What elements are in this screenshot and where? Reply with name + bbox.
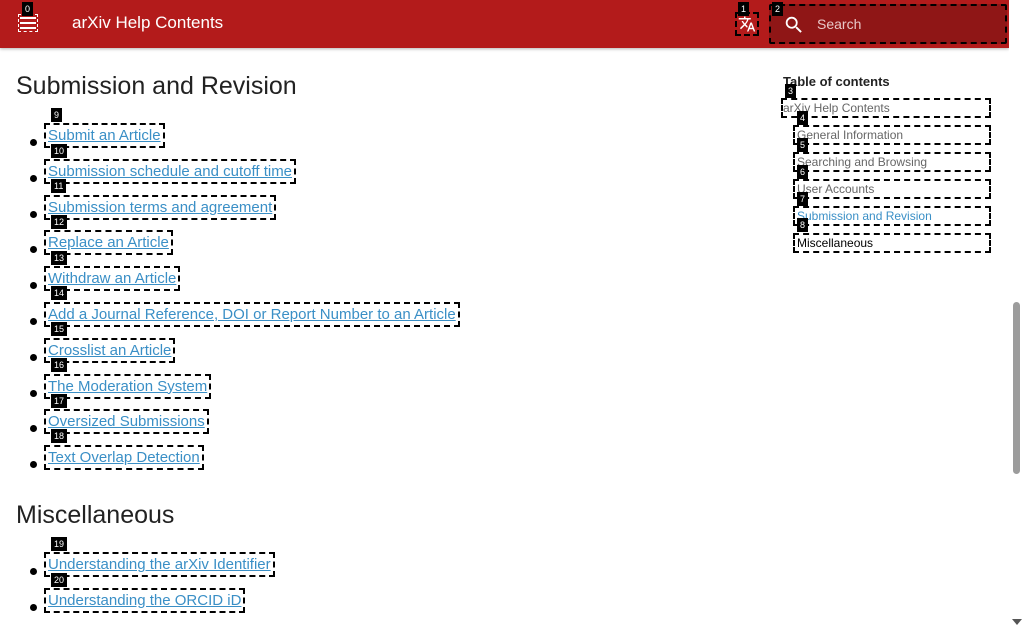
toc-title: Table of contents xyxy=(783,74,890,89)
toc-item-misc[interactable]: Miscellaneous xyxy=(793,233,991,253)
search-input[interactable] xyxy=(815,12,995,36)
element-tag: 6 xyxy=(797,165,809,179)
scroll-down-arrow-icon[interactable] xyxy=(1012,619,1022,625)
element-tag: 4 xyxy=(797,111,809,125)
element-tag: 14 xyxy=(51,286,68,300)
element-tag: 3 xyxy=(785,84,797,98)
toc-item-general-info[interactable]: General Information xyxy=(793,125,991,145)
toc-item-submission[interactable]: Submission and Revision xyxy=(793,206,991,226)
element-tag: 5 xyxy=(797,138,809,152)
link-oversized[interactable]: Oversized Submissions xyxy=(44,409,209,435)
site-title[interactable]: arXiv Help Contents xyxy=(72,13,223,33)
link-moderation[interactable]: The Moderation System xyxy=(43,373,212,399)
toc-item-user-accounts[interactable]: User Accounts xyxy=(793,179,991,199)
link-replace-article[interactable]: Replace an Article xyxy=(44,230,173,256)
link-submit-article[interactable]: Submit an Article xyxy=(44,123,165,148)
element-tag: 0 xyxy=(22,2,34,16)
menu-icon[interactable] xyxy=(18,14,38,32)
toc-item-searching[interactable]: Searching and Browsing xyxy=(793,152,991,172)
search-icon xyxy=(785,16,802,33)
page-scrollbar[interactable] xyxy=(1009,0,1024,629)
link-submission-schedule[interactable]: Submission schedule and cutoff time xyxy=(43,158,297,184)
link-orcid[interactable]: Understanding the ORCID iD xyxy=(43,587,246,613)
toc-item-help-contents[interactable]: arXiv Help Contents xyxy=(781,98,991,118)
search-box[interactable] xyxy=(769,4,1007,44)
element-tag: 18 xyxy=(51,429,68,443)
link-arxiv-identifier[interactable]: Understanding the arXiv Identifier xyxy=(44,552,275,577)
element-tag: 15 xyxy=(51,322,68,336)
translate-icon xyxy=(738,16,756,32)
element-tag: 12 xyxy=(51,215,68,229)
section-title-submission: Submission and Revision xyxy=(16,72,297,100)
element-tag: 8 xyxy=(797,218,809,232)
element-tag: 20 xyxy=(51,573,68,587)
element-tag: 10 xyxy=(51,144,68,158)
element-tag: 13 xyxy=(51,251,68,265)
link-submission-terms[interactable]: Submission terms and agreement xyxy=(43,194,277,220)
element-tag: 9 xyxy=(51,108,63,122)
element-tag: 1 xyxy=(738,2,750,16)
link-crosslist[interactable]: Crosslist an Article xyxy=(43,337,176,363)
element-tag: 7 xyxy=(797,192,809,206)
element-tag: 17 xyxy=(51,394,68,408)
section-title-misc: Miscellaneous xyxy=(16,501,175,529)
top-app-bar: 0 arXiv Help Contents 1 2 xyxy=(0,0,1009,48)
element-tag: 2 xyxy=(772,2,784,16)
link-text-overlap[interactable]: Text Overlap Detection xyxy=(44,445,204,471)
element-tag: 19 xyxy=(51,537,68,551)
scrollbar-thumb[interactable] xyxy=(1013,302,1020,474)
link-withdraw-article[interactable]: Withdraw an Article xyxy=(43,266,181,292)
element-tag: 16 xyxy=(51,358,68,372)
link-journal-reference[interactable]: Add a Journal Reference, DOI or Report N… xyxy=(44,301,460,327)
element-tag: 11 xyxy=(51,179,67,193)
